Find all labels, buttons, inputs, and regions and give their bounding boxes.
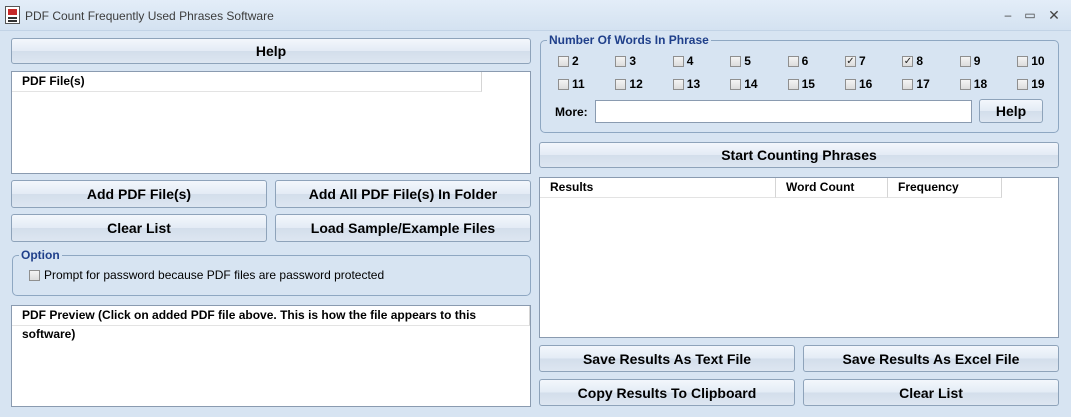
minimize-icon[interactable]: – (997, 5, 1019, 25)
add-pdf-files-button[interactable]: Add PDF File(s) (11, 180, 267, 208)
app-pdf-icon (5, 6, 20, 24)
password-checkbox[interactable] (29, 270, 40, 281)
help-button[interactable]: Help (11, 38, 531, 64)
window-title: PDF Count Frequently Used Phrases Softwa… (25, 9, 274, 23)
words-8-label[interactable]: 8 (916, 55, 923, 68)
option-group: Option Prompt for password because PDF f… (12, 248, 531, 296)
words-help-button[interactable]: Help (979, 99, 1043, 123)
option-group-title: Option (19, 248, 62, 262)
more-input[interactable] (595, 100, 972, 123)
words-8-checkbox[interactable]: ✓ (902, 56, 914, 67)
words-9-label[interactable]: 9 (974, 55, 981, 68)
password-checkbox-label[interactable]: Prompt for password because PDF files ar… (44, 269, 384, 282)
save-text-button[interactable]: Save Results As Text File (539, 345, 795, 372)
results-table[interactable]: Results Word Count Frequency (539, 177, 1059, 338)
clear-results-button[interactable]: Clear List (803, 379, 1059, 406)
results-column-header[interactable]: Results (540, 178, 776, 198)
words-18-checkbox[interactable] (959, 79, 971, 90)
words-12-label[interactable]: 12 (629, 78, 642, 91)
close-icon[interactable]: ✕ (1043, 5, 1065, 25)
words-12-checkbox[interactable] (615, 79, 627, 90)
words-19-label[interactable]: 19 (1031, 78, 1044, 91)
pdf-preview-panel: PDF Preview (Click on added PDF file abo… (11, 305, 531, 407)
save-excel-button[interactable]: Save Results As Excel File (803, 345, 1059, 372)
words-14-label[interactable]: 14 (744, 78, 757, 91)
pdf-file-list[interactable]: PDF File(s) (11, 71, 531, 174)
words-4-label[interactable]: 4 (687, 55, 694, 68)
words-6-label[interactable]: 6 (802, 55, 809, 68)
words-10-label[interactable]: 10 (1031, 55, 1044, 68)
words-4-checkbox[interactable] (672, 56, 684, 67)
file-column-header[interactable]: PDF File(s) (12, 72, 482, 92)
preview-column-header: PDF Preview (Click on added PDF file abo… (12, 306, 530, 341)
title-bar: PDF Count Frequently Used Phrases Softwa… (0, 0, 1071, 31)
words-18-label[interactable]: 18 (974, 78, 987, 91)
words-7-checkbox[interactable]: ✓ (845, 56, 856, 67)
words-11-label[interactable]: 11 (572, 78, 585, 91)
more-label: More: (555, 105, 588, 119)
word-count-column-header[interactable]: Word Count (776, 178, 888, 198)
words-6-checkbox[interactable] (787, 56, 799, 67)
add-folder-button[interactable]: Add All PDF File(s) In Folder (275, 180, 531, 208)
words-15-checkbox[interactable] (787, 79, 799, 90)
words-14-checkbox[interactable] (730, 79, 742, 90)
words-2-label[interactable]: 2 (572, 55, 579, 68)
words-7-label[interactable]: 7 (859, 55, 866, 68)
copy-clipboard-button[interactable]: Copy Results To Clipboard (539, 379, 795, 406)
words-10-checkbox[interactable] (1017, 56, 1029, 67)
words-3-label[interactable]: 3 (629, 55, 636, 68)
words-group-title: Number Of Words In Phrase (547, 33, 711, 47)
words-13-label[interactable]: 13 (687, 78, 700, 91)
words-16-checkbox[interactable] (845, 79, 856, 90)
words-5-checkbox[interactable] (730, 56, 742, 67)
load-sample-button[interactable]: Load Sample/Example Files (275, 214, 531, 242)
words-11-checkbox[interactable] (558, 79, 569, 90)
start-counting-button[interactable]: Start Counting Phrases (539, 142, 1059, 168)
words-5-label[interactable]: 5 (744, 55, 751, 68)
words-3-checkbox[interactable] (615, 56, 627, 67)
words-19-checkbox[interactable] (1017, 79, 1029, 90)
words-9-checkbox[interactable] (959, 56, 971, 67)
words-15-label[interactable]: 15 (802, 78, 815, 91)
words-17-label[interactable]: 17 (916, 78, 929, 91)
clear-list-button[interactable]: Clear List (11, 214, 267, 242)
words-16-label[interactable]: 16 (859, 78, 872, 91)
maximize-icon[interactable]: ▭ (1019, 5, 1041, 25)
words-2-checkbox[interactable] (558, 56, 569, 67)
words-13-checkbox[interactable] (672, 79, 684, 90)
words-17-checkbox[interactable] (902, 79, 914, 90)
frequency-column-header[interactable]: Frequency (888, 178, 1002, 198)
